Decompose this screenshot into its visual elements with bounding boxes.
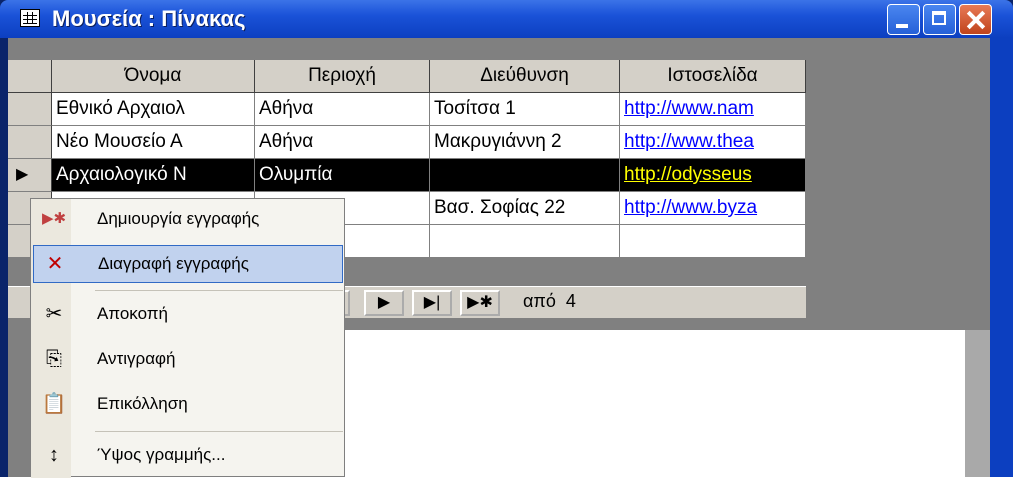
menu-item-paste[interactable]: 📋 Επικόλληση [33,386,343,424]
table-cell-website[interactable]: http://www.byza [620,192,806,225]
background-window-edge [965,330,990,477]
menu-item-cut[interactable]: ✂ Αποκοπή [33,296,343,334]
new-record-nav-icon: ▶✱ [467,294,493,311]
menu-item-label: Δημιουργία εγγραφής [97,209,260,228]
table-cell-address[interactable]: Τοσίτσα 1 [430,93,620,126]
table-cell-name[interactable]: Αρχαιολογικό Ν [52,159,255,192]
window-frame-right [990,38,1013,477]
table-cell-website[interactable]: http://odysseus [620,159,806,192]
context-menu: ▶✱ Δημιουργία εγγραφής ✕ Διαγραφή εγγραφ… [30,198,345,478]
cut-icon: ✂ [45,303,63,325]
table-icon [20,9,40,27]
menu-item-delete-record[interactable]: ✕ Διαγραφή εγγραφής [33,245,343,283]
last-icon: ▶| [423,294,441,311]
new-record-nav-button[interactable]: ▶✱ [460,290,500,316]
table-cell-address[interactable]: Μακρυγιάννη 2 [430,126,620,159]
menu-item-label: Αντιγραφή [97,349,176,368]
menu-item-label: Επικόλληση [97,394,188,413]
menu-item-new-record[interactable]: ▶✱ Δημιουργία εγγραφής [33,201,343,239]
menu-item-label: Διαγραφή εγγραφής [98,254,249,273]
paste-icon: 📋 [41,393,67,415]
total-records: 4 [565,291,576,311]
table-cell-website[interactable]: http://www.thea [620,126,806,159]
table-cell-website[interactable]: http://www.nam [620,93,806,126]
grid-empty-area [806,60,990,286]
minimize-button[interactable] [887,4,920,35]
record-selector[interactable] [8,93,52,126]
column-header-region[interactable]: Περιοχή [255,60,430,93]
table-cell-region[interactable]: Αθήνα [255,126,430,159]
column-header-website[interactable]: Ιστοσελίδα [620,60,806,93]
maximize-button[interactable] [923,4,956,35]
menu-item-label: Αποκοπή [97,304,168,323]
menu-item-copy[interactable]: ⎘ Αντιγραφή [33,341,343,379]
next-icon: ▶ [377,294,391,311]
next-record-button[interactable]: ▶ [364,290,404,316]
background-window-content [345,330,965,477]
new-record-icon: ▶✱ [41,210,67,227]
table-cell-address[interactable] [430,225,620,258]
of-label: από [523,291,556,311]
table-cell-name[interactable]: Εθνικό Αρχαιολ [52,93,255,126]
copy-icon: ⎘ [46,348,62,370]
current-record-arrow-icon: ▶ [16,166,29,183]
window-title: Μουσεία : Πίνακας [52,6,246,31]
close-button[interactable] [959,4,992,35]
column-header-address[interactable]: Διεύθυνση [430,60,620,93]
table-cell-region[interactable]: Ολυμπία [255,159,430,192]
menu-item-label: Ύψος γραμμής... [97,445,226,464]
table-cell-website[interactable] [620,225,806,258]
record-count: από 4 [523,291,576,312]
menu-separator [95,290,343,291]
record-selector-current[interactable]: ▶ [8,159,52,192]
title-bar[interactable]: Μουσεία : Πίνακας [0,0,1013,38]
select-all-corner[interactable] [8,60,52,93]
table-cell-address[interactable] [430,159,620,192]
menu-item-row-height[interactable]: ↕ Ύψος γραμμής... [33,437,343,475]
last-record-button[interactable]: ▶| [412,290,452,316]
table-cell-region[interactable]: Αθήνα [255,93,430,126]
table-cell-name[interactable]: Νέο Μουσείο Α [52,126,255,159]
record-selector[interactable] [8,126,52,159]
delete-record-icon: ✕ [46,253,64,275]
row-height-icon: ↕ [49,444,59,466]
menu-separator [95,431,343,432]
table-cell-address[interactable]: Βασ. Σοφίας 22 [430,192,620,225]
column-header-name[interactable]: Όνομα [52,60,255,93]
